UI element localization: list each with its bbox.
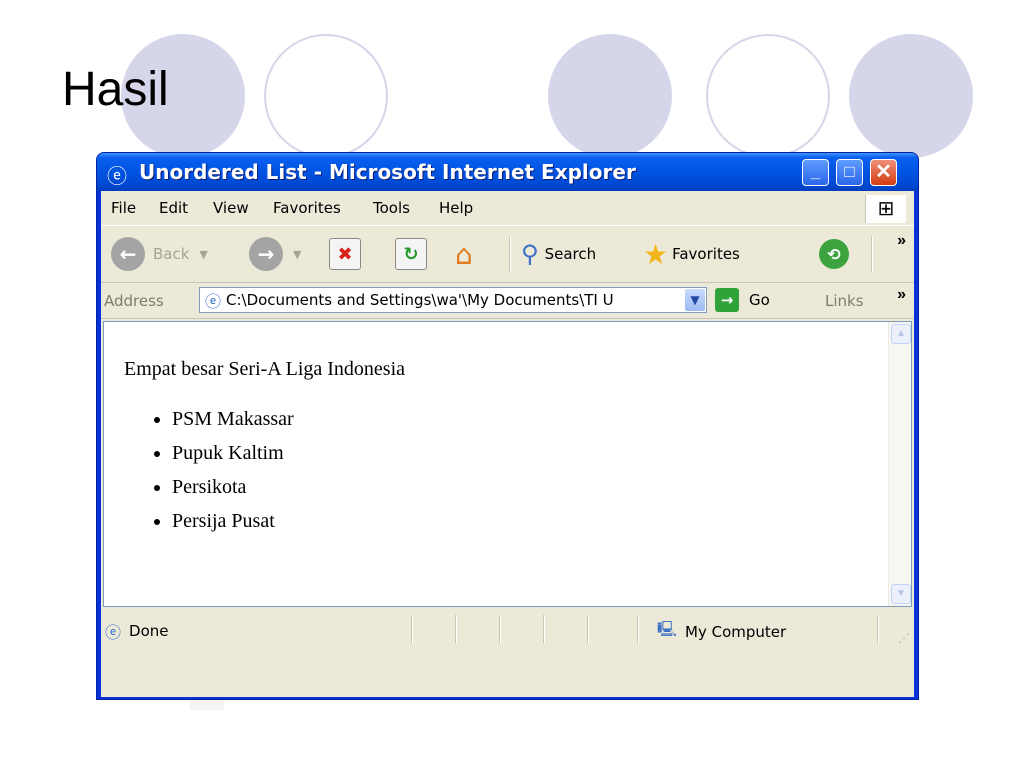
maximize-icon: □ bbox=[844, 162, 855, 181]
list-item: Pupuk Kaltim bbox=[172, 436, 294, 470]
zone-text: My Computer bbox=[685, 622, 787, 641]
links-button[interactable]: Links bbox=[825, 292, 864, 310]
windows-logo-icon: ⊞ bbox=[865, 195, 906, 223]
refresh-button[interactable]: ↻ bbox=[395, 236, 427, 272]
status-divider bbox=[411, 615, 413, 643]
search-icon: ⚲ bbox=[521, 240, 539, 268]
scroll-up-icon[interactable]: ▲ bbox=[891, 324, 911, 344]
status-divider bbox=[877, 615, 879, 643]
resize-grip-icon[interactable]: ⋰ bbox=[898, 631, 910, 645]
history-icon: ⟲ bbox=[819, 239, 849, 269]
toolbar-separator-end bbox=[871, 236, 873, 272]
list-item: Persija Pusat bbox=[172, 504, 294, 538]
decorative-circle-3 bbox=[548, 34, 672, 158]
forward-icon: → bbox=[249, 237, 283, 271]
minimize-icon: _ bbox=[810, 162, 821, 181]
status-zone: 🖳 My Computer bbox=[657, 619, 786, 644]
window-title: Unordered List - Microsoft Internet Expl… bbox=[139, 160, 636, 184]
title-bar[interactable]: ⓔ Unordered List - Microsoft Internet Ex… bbox=[97, 153, 918, 191]
search-label: Search bbox=[544, 245, 597, 263]
toolbar-overflow-icon[interactable]: » bbox=[897, 232, 906, 250]
menu-favorites[interactable]: Favorites bbox=[273, 199, 341, 217]
menu-help[interactable]: Help bbox=[439, 199, 473, 217]
decorative-circle-5 bbox=[849, 34, 973, 158]
go-arrow-icon: → bbox=[715, 288, 739, 312]
maximize-button[interactable]: □ bbox=[836, 159, 863, 186]
forward-button[interactable]: → ▼ bbox=[249, 236, 301, 272]
back-button[interactable]: ← Back ▼ bbox=[111, 236, 208, 272]
close-button[interactable]: ✕ bbox=[870, 159, 897, 186]
ie-icon: ⓔ bbox=[107, 166, 127, 188]
close-icon: ✕ bbox=[875, 161, 892, 183]
back-label: Back bbox=[153, 245, 190, 263]
favorites-button[interactable]: ★ Favorites bbox=[643, 236, 740, 272]
unordered-list: PSM Makassar Pupuk Kaltim Persikota Pers… bbox=[144, 402, 294, 538]
decorative-circle-4 bbox=[706, 34, 830, 158]
search-button[interactable]: ⚲ Search bbox=[521, 236, 596, 272]
computer-icon: 🖳 bbox=[657, 620, 678, 638]
menu-view[interactable]: View bbox=[213, 199, 249, 217]
refresh-icon: ↻ bbox=[395, 238, 427, 270]
status-divider bbox=[587, 615, 589, 643]
go-label: Go bbox=[749, 291, 770, 309]
list-item: PSM Makassar bbox=[172, 402, 294, 436]
menu-file[interactable]: File bbox=[111, 199, 136, 217]
page-icon: ⓔ bbox=[204, 292, 221, 311]
window-body: File Edit View Favorites Tools Help ⊞ ← … bbox=[101, 191, 914, 697]
toolbar: ← Back ▼ → ▼ ✖ ↻ ⌂ ⚲ Search ★ Favorites … bbox=[101, 225, 914, 283]
toolbar-separator bbox=[509, 236, 511, 272]
stop-icon: ✖ bbox=[329, 238, 361, 270]
slide-title: Hasil bbox=[62, 63, 169, 116]
ie-page-icon: ⓔ bbox=[105, 623, 122, 642]
status-left: ⓔ Done bbox=[105, 619, 168, 643]
status-divider bbox=[637, 615, 639, 643]
back-dropdown-icon[interactable]: ▼ bbox=[199, 248, 207, 261]
address-dropdown-icon[interactable]: ▼ bbox=[685, 289, 705, 311]
links-overflow-icon[interactable]: » bbox=[897, 286, 906, 304]
vertical-scrollbar[interactable]: ▲ ▼ bbox=[888, 322, 911, 606]
scroll-down-icon[interactable]: ▼ bbox=[891, 584, 911, 604]
page-heading: Empat besar Seri-A Liga Indonesia bbox=[124, 358, 406, 380]
status-divider bbox=[499, 615, 501, 643]
menu-tools[interactable]: Tools bbox=[373, 199, 410, 217]
address-bar: Address ⓔ C:\Documents and Settings\wa'\… bbox=[101, 282, 914, 319]
page-content: Empat besar Seri-A Liga Indonesia PSM Ma… bbox=[103, 321, 912, 607]
favorites-label: Favorites bbox=[672, 245, 740, 263]
browser-window: ⓔ Unordered List - Microsoft Internet Ex… bbox=[96, 152, 919, 700]
history-button[interactable]: ⟲ bbox=[819, 236, 849, 272]
address-label: Address bbox=[104, 292, 164, 310]
status-divider bbox=[543, 615, 545, 643]
go-button[interactable]: → Go bbox=[715, 288, 770, 312]
menu-edit[interactable]: Edit bbox=[159, 199, 188, 217]
status-bar: ⓔ Done 🖳 My Computer ⋰ bbox=[101, 609, 914, 649]
address-value: C:\Documents and Settings\wa'\My Documen… bbox=[226, 291, 614, 309]
forward-dropdown-icon[interactable]: ▼ bbox=[293, 248, 301, 261]
menu-bar: File Edit View Favorites Tools Help ⊞ bbox=[101, 191, 914, 225]
status-divider bbox=[455, 615, 457, 643]
stop-button[interactable]: ✖ bbox=[329, 236, 361, 272]
status-text: Done bbox=[129, 622, 169, 640]
address-input[interactable]: ⓔ C:\Documents and Settings\wa'\My Docum… bbox=[199, 287, 707, 313]
back-icon: ← bbox=[111, 237, 145, 271]
home-icon: ⌂ bbox=[455, 237, 473, 271]
home-button[interactable]: ⌂ bbox=[455, 236, 473, 272]
decorative-circle-2 bbox=[264, 34, 388, 158]
favorites-star-icon: ★ bbox=[643, 237, 669, 271]
list-item: Persikota bbox=[172, 470, 294, 504]
minimize-button[interactable]: _ bbox=[802, 159, 829, 186]
